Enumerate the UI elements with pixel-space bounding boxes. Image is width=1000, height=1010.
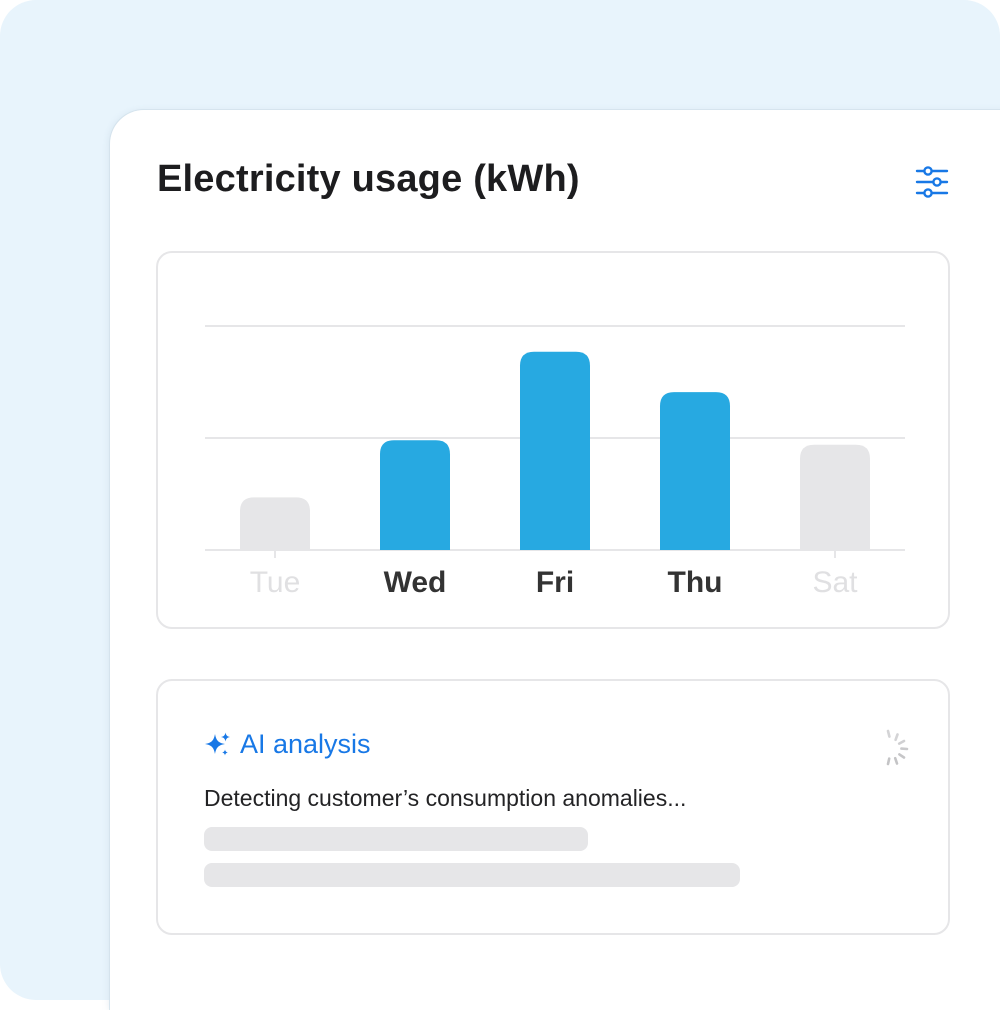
chart-x-tick-label: Tue bbox=[250, 566, 301, 599]
usage-bar-chart: Tue Wed Fri Thu Sat bbox=[158, 253, 952, 631]
sparkle-icon bbox=[204, 731, 232, 759]
sliders-icon bbox=[915, 165, 949, 199]
chart-x-tick-label: Sat bbox=[812, 566, 858, 599]
ai-analysis-header[interactable]: AI analysis bbox=[204, 729, 371, 760]
ai-analysis-status: Detecting customer’s consumption anomali… bbox=[204, 785, 686, 812]
chart-bar-sat[interactable] bbox=[800, 445, 870, 550]
loading-placeholder-line bbox=[204, 863, 740, 887]
usage-chart-panel: Tue Wed Fri Thu Sat bbox=[156, 251, 950, 629]
spinner-icon bbox=[878, 725, 912, 769]
chart-bar-tue[interactable] bbox=[240, 497, 310, 550]
chart-x-tick-label: Fri bbox=[536, 566, 574, 599]
chart-x-tick-label: Thu bbox=[668, 566, 723, 599]
settings-button[interactable] bbox=[910, 160, 954, 204]
usage-card: Electricity usage (kWh) Tue Wed Fri Thu Sat bbox=[110, 110, 1000, 1010]
ai-analysis-title: AI analysis bbox=[240, 729, 371, 760]
chart-bar-fri[interactable] bbox=[520, 352, 590, 550]
ai-analysis-panel: AI analysis Detecting customer’s consump… bbox=[156, 679, 950, 935]
loading-placeholder-line bbox=[204, 827, 588, 851]
chart-x-tick-label: Wed bbox=[384, 566, 447, 599]
card-title: Electricity usage (kWh) bbox=[157, 158, 580, 201]
chart-bar-thu[interactable] bbox=[660, 392, 730, 550]
chart-bar-wed[interactable] bbox=[380, 440, 450, 550]
